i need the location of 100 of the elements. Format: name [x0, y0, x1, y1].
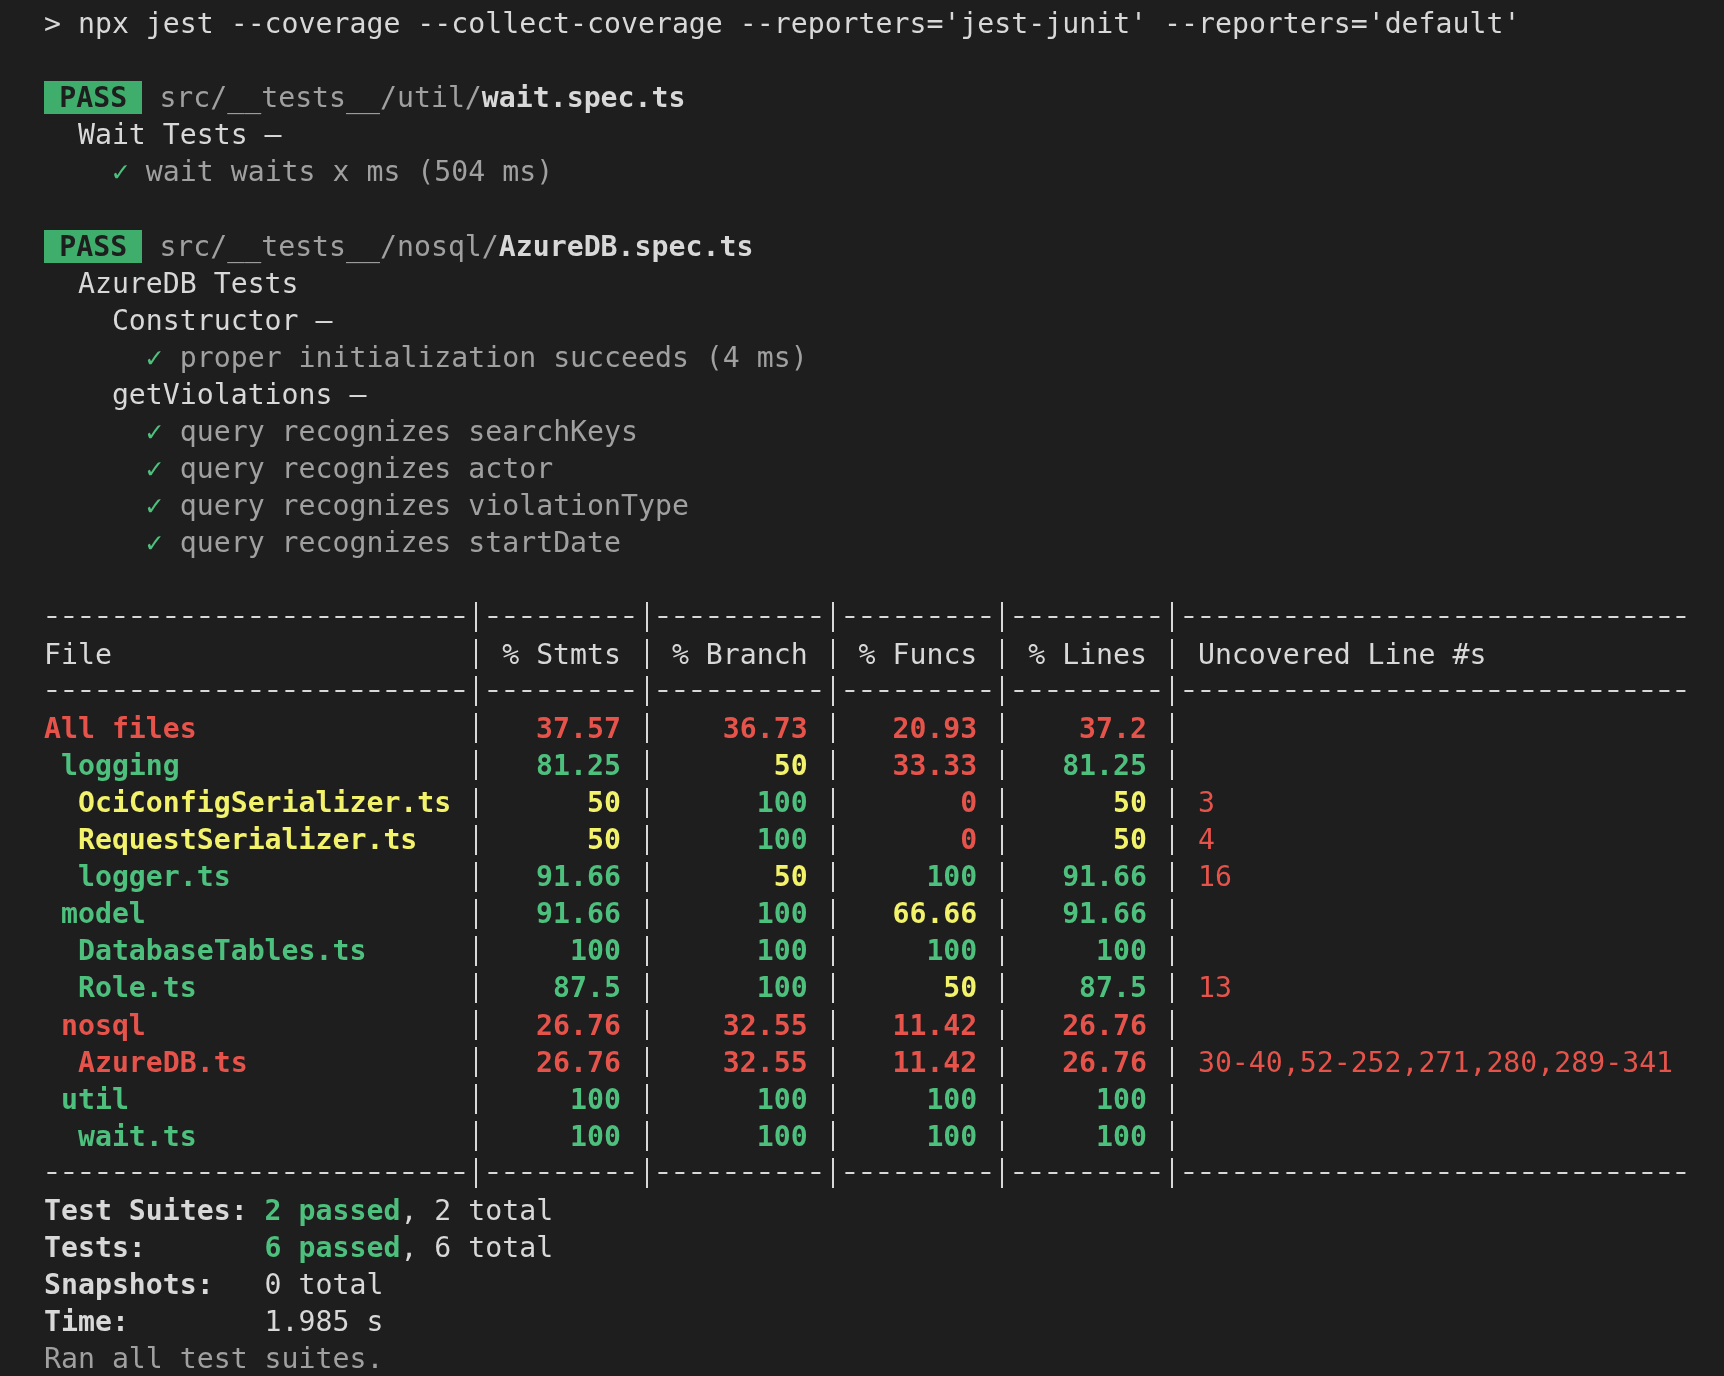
- uncovered-lines: 16: [1196, 859, 1233, 896]
- coverage-value: 50: [1112, 822, 1148, 859]
- file-name: Role.ts: [76, 970, 198, 1007]
- test-file-name: AzureDB.spec.ts: [498, 228, 754, 265]
- check-mark: ✓: [145, 451, 163, 488]
- coverage-value: 100: [569, 933, 622, 970]
- coverage-value: 100: [755, 1081, 809, 1118]
- summary-label: Time:: [44, 1304, 130, 1341]
- footer-message: Ran all test suites.: [44, 1341, 384, 1376]
- file-name: wait.ts: [76, 1118, 198, 1155]
- coverage-value: 100: [755, 896, 809, 933]
- coverage-value: 50: [772, 859, 809, 896]
- coverage-value: 32.55: [721, 1007, 809, 1044]
- coverage-value: 91.66: [1061, 859, 1148, 896]
- column-header: % Stmts: [501, 636, 622, 673]
- command-line: > npx jest --coverage --collect-coverage --reporters='jest-junit' --reporters='default': [44, 6, 1521, 42]
- coverage-value: 50: [1112, 784, 1148, 821]
- coverage-value: 26.76: [535, 1007, 622, 1044]
- coverage-value: 100: [925, 1118, 979, 1155]
- uncovered-lines: 4: [1196, 822, 1216, 859]
- coverage-value: 100: [569, 1081, 622, 1118]
- status-badge: PASS: [44, 229, 143, 263]
- file-name: AzureDB.ts: [76, 1044, 249, 1081]
- column-header: % Funcs: [857, 636, 979, 673]
- test-file-name: wait.spec.ts: [481, 80, 686, 117]
- coverage-value: 26.76: [1061, 1044, 1148, 1081]
- coverage-value: 66.66: [891, 896, 979, 933]
- coverage-value: 50: [942, 970, 979, 1007]
- test-name: wait waits x ms (504 ms): [145, 154, 554, 191]
- file-name: logging: [59, 747, 181, 784]
- test-name: query recognizes actor: [179, 451, 554, 488]
- column-header: % Lines: [1027, 636, 1148, 673]
- summary-total: , 2 total: [400, 1193, 554, 1229]
- coverage-value: 11.42: [891, 1007, 979, 1044]
- coverage-value: 100: [925, 859, 979, 896]
- uncovered-lines: 13: [1196, 970, 1233, 1007]
- coverage-value: 100: [755, 933, 809, 970]
- coverage-value: 50: [586, 822, 622, 859]
- coverage-value: 100: [755, 822, 809, 859]
- coverage-value: 100: [755, 1118, 809, 1155]
- describe-title: AzureDB Tests: [77, 265, 299, 302]
- file-name: util: [59, 1081, 130, 1118]
- test-file-dir: src/__tests__/nosql/: [159, 228, 499, 265]
- coverage-value: 26.76: [1061, 1007, 1148, 1044]
- summary-total: 0 total: [264, 1267, 384, 1304]
- passed-count: 6 passed: [264, 1230, 401, 1267]
- summary-label: Tests:: [44, 1230, 147, 1267]
- coverage-value: 0: [959, 784, 979, 821]
- file-name: DatabaseTables.ts: [76, 933, 368, 970]
- test-name: query recognizes startDate: [179, 525, 621, 562]
- column-header: File: [44, 636, 113, 673]
- file-name: RequestSerializer.ts: [76, 822, 419, 859]
- test-file-dir: src/__tests__/util/: [159, 80, 482, 117]
- column-header: Uncovered Line #s: [1196, 636, 1488, 673]
- coverage-value: 100: [925, 933, 979, 970]
- test-name: query recognizes searchKeys: [179, 414, 638, 451]
- coverage-value: 26.76: [535, 1044, 622, 1081]
- coverage-value: 91.66: [1061, 896, 1148, 933]
- describe-title: getViolations –: [111, 376, 367, 413]
- coverage-value: 81.25: [1061, 747, 1148, 784]
- coverage-value: 50: [586, 784, 622, 821]
- describe-title: Wait Tests –: [77, 117, 282, 154]
- file-name: nosql: [59, 1007, 147, 1044]
- coverage-value: 100: [1095, 933, 1148, 970]
- coverage-value: 81.25: [535, 747, 622, 784]
- coverage-value: 37.2: [1078, 710, 1148, 747]
- check-mark: ✓: [145, 339, 163, 376]
- file-name: OciConfigSerializer.ts: [76, 784, 453, 821]
- file-name: model: [59, 896, 147, 933]
- summary-total: , 6 total: [400, 1230, 554, 1267]
- coverage-value: 11.42: [891, 1044, 979, 1081]
- check-mark: ✓: [145, 525, 163, 562]
- coverage-value: 37.57: [535, 710, 622, 747]
- coverage-value: 100: [925, 1081, 979, 1118]
- check-mark: ✓: [111, 154, 129, 191]
- file-name: logger.ts: [76, 859, 232, 896]
- passed-count: 2 passed: [264, 1193, 401, 1229]
- summary-label: Test Suites:: [44, 1193, 249, 1229]
- coverage-value: 32.55: [721, 1044, 809, 1081]
- coverage-value: 87.5: [552, 970, 622, 1007]
- uncovered-lines: 30-40,52-252,271,280,289-341: [1196, 1044, 1675, 1081]
- coverage-value: 33.33: [891, 747, 979, 784]
- coverage-value: 36.73: [721, 710, 809, 747]
- describe-title: Constructor –: [111, 302, 333, 339]
- coverage-value: 91.66: [535, 896, 622, 933]
- check-mark: ✓: [145, 414, 163, 451]
- coverage-value: 50: [772, 747, 809, 784]
- test-name: query recognizes violationType: [179, 488, 689, 525]
- check-mark: ✓: [145, 488, 163, 525]
- coverage-value: 100: [755, 970, 809, 1007]
- coverage-value: 100: [755, 784, 809, 821]
- coverage-value: 100: [1095, 1081, 1148, 1118]
- summary-total: 1.985 s: [264, 1304, 384, 1341]
- coverage-value: 100: [1095, 1118, 1148, 1155]
- coverage-value: 100: [569, 1118, 622, 1155]
- uncovered-lines: 3: [1196, 784, 1216, 821]
- test-name: proper initialization succeeds (4 ms): [179, 339, 808, 376]
- summary-label: Snapshots:: [44, 1267, 215, 1304]
- file-name: All files: [44, 710, 198, 747]
- coverage-value: 87.5: [1078, 970, 1148, 1007]
